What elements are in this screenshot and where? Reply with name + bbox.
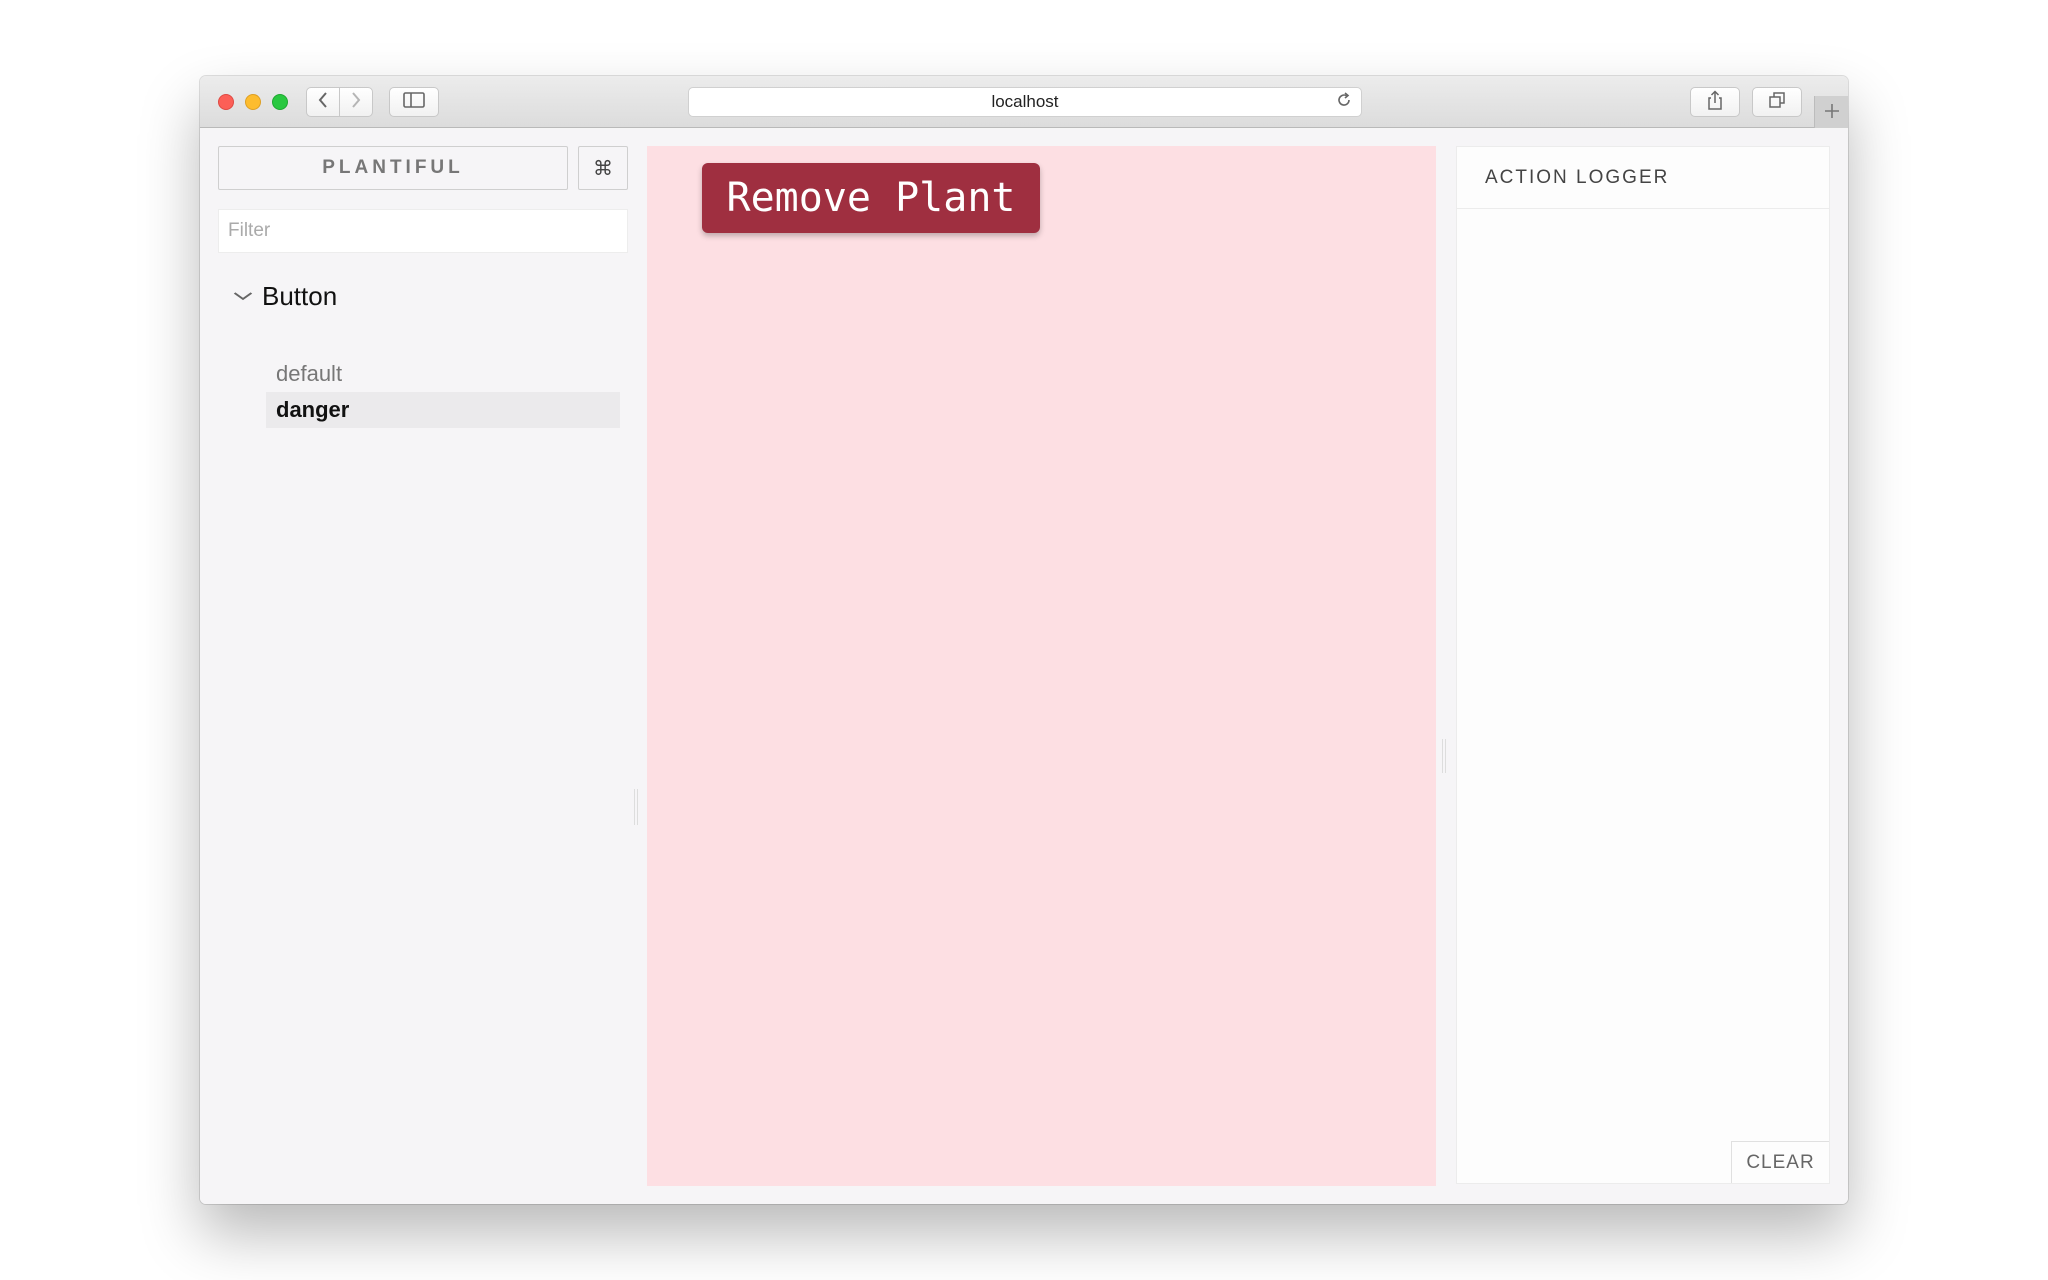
- chevron-left-icon: [317, 91, 329, 114]
- sidebar-toggle-button[interactable]: [389, 87, 439, 117]
- story-item-danger[interactable]: danger: [266, 392, 620, 428]
- clear-button[interactable]: CLEAR: [1731, 1141, 1829, 1183]
- tree-kind-button[interactable]: Button: [233, 281, 338, 312]
- story-label: danger: [276, 397, 350, 422]
- new-tab-button[interactable]: [1814, 96, 1848, 128]
- story-label: default: [276, 361, 343, 386]
- minimize-window-button[interactable]: [245, 94, 261, 110]
- chevron-down-icon: [233, 288, 253, 306]
- brand-button[interactable]: PLANTIFUL: [218, 146, 568, 190]
- storybook-app: PLANTIFUL ⌘ Button default danger Remove…: [200, 129, 1848, 1204]
- back-button[interactable]: [306, 87, 340, 117]
- tabs-icon: [1768, 91, 1786, 114]
- maximize-window-button[interactable]: [272, 94, 288, 110]
- command-icon: ⌘: [593, 157, 613, 180]
- shortcuts-button[interactable]: ⌘: [578, 146, 628, 190]
- addon-panel-resize-handle[interactable]: [1442, 739, 1446, 773]
- action-logger-title: ACTION LOGGER: [1457, 147, 1829, 209]
- plus-icon: [1824, 98, 1840, 126]
- remove-plant-button[interactable]: Remove Plant: [702, 163, 1040, 233]
- close-window-button[interactable]: [218, 94, 234, 110]
- tree-kind-label: Button: [262, 281, 338, 311]
- story-preview: Remove Plant: [647, 146, 1436, 1186]
- address-bar[interactable]: localhost: [688, 87, 1362, 117]
- title-bar: localhost: [200, 76, 1848, 128]
- action-logger-panel: ACTION LOGGER CLEAR: [1456, 146, 1830, 1184]
- sidebar-resize-handle[interactable]: [634, 789, 638, 825]
- sidebar-icon: [403, 91, 425, 113]
- share-button[interactable]: [1690, 87, 1740, 117]
- browser-window: localhost PLANTIFUL ⌘ Filter Button defa…: [200, 76, 1848, 1204]
- reload-icon[interactable]: [1335, 91, 1353, 114]
- story-item-default[interactable]: default: [266, 356, 620, 392]
- filter-input[interactable]: [218, 209, 628, 253]
- tab-overview-button[interactable]: [1752, 87, 1802, 117]
- chevron-right-icon: [350, 91, 362, 114]
- address-url: localhost: [991, 92, 1059, 111]
- share-icon: [1707, 89, 1723, 115]
- forward-button[interactable]: [339, 87, 373, 117]
